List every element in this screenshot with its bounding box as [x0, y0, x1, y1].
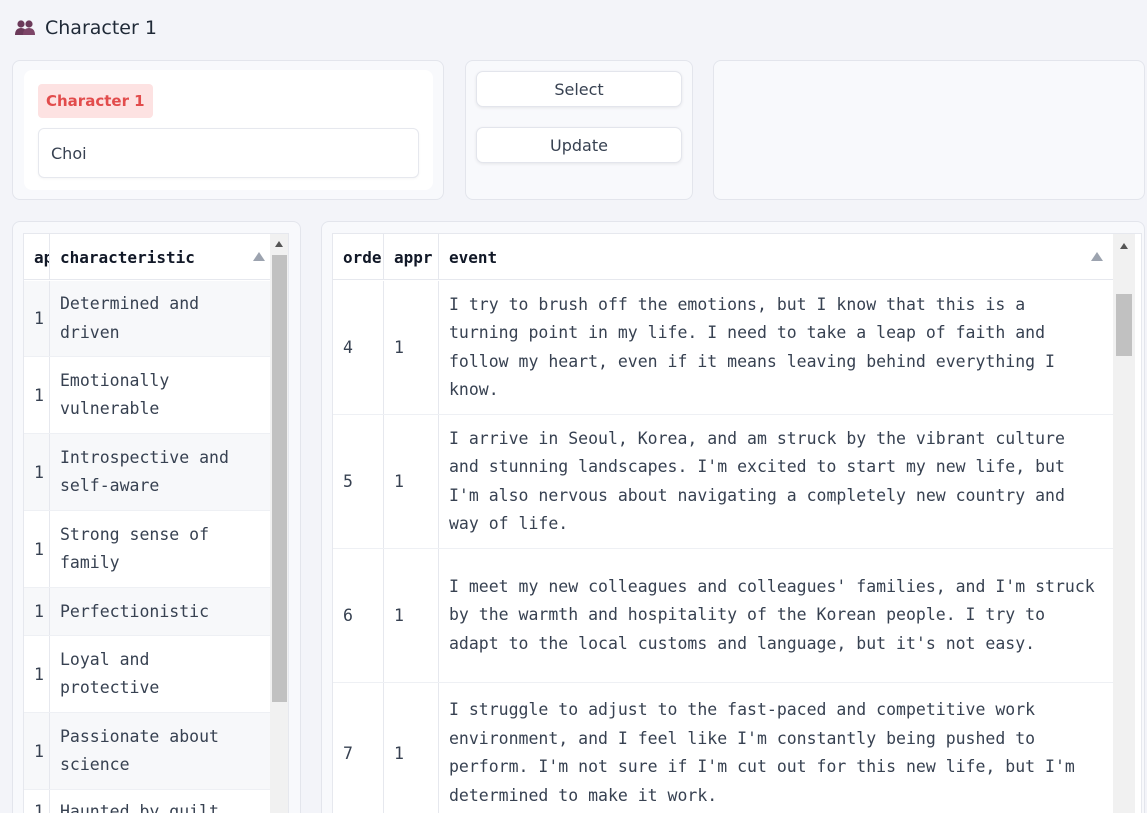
column-header-order[interactable]: orde	[333, 234, 384, 280]
cell-ap: 1	[24, 357, 50, 433]
cell-appr: 1	[384, 683, 439, 813]
cell-ap: 1	[24, 790, 50, 813]
table-row[interactable]: 6 1 I meet my new colleagues and colleag…	[333, 549, 1113, 683]
characteristics-scrollbar[interactable]	[270, 234, 288, 813]
table-row[interactable]: 5 1 I arrive in Seoul, Korea, and am str…	[333, 415, 1113, 549]
cell-characteristic: Perfectionistic	[60, 602, 210, 621]
cell-ap: 1	[24, 434, 50, 510]
empty-panel	[713, 60, 1145, 200]
column-header-characteristic[interactable]: characteristic	[50, 234, 270, 280]
table-row[interactable]: 1 Passionate about science	[24, 713, 270, 790]
cell-order: 4	[333, 281, 384, 414]
cell-ap: 1	[24, 588, 50, 635]
cell-ap: 1	[24, 713, 50, 789]
table-header: orde appr event	[333, 234, 1113, 280]
events-scrollbar[interactable]	[1113, 234, 1135, 813]
cell-characteristic: Strong sense of family	[60, 524, 210, 573]
table-row[interactable]: 1 Haunted by guilt	[24, 790, 270, 813]
cell-event: I arrive in Seoul, Korea, and am struck …	[449, 428, 1065, 534]
cell-characteristic: Emotionally vulnerable	[60, 370, 170, 419]
table-row[interactable]: 1 Determined and driven	[24, 281, 270, 357]
cell-characteristic: Passionate about science	[60, 726, 219, 775]
character-name-input[interactable]	[38, 128, 419, 178]
characteristics-table: ap characteristic 1 Determined and drive…	[23, 233, 289, 813]
character-label: Character 1	[38, 84, 153, 118]
cell-order: 6	[333, 549, 384, 682]
cell-order: 7	[333, 683, 384, 813]
sort-up-icon[interactable]	[1091, 252, 1103, 261]
cell-order: 5	[333, 415, 384, 548]
sort-up-icon[interactable]	[253, 252, 265, 261]
cell-event: I meet my new colleagues and colleagues'…	[449, 576, 1095, 653]
table-row[interactable]: 1 Perfectionistic	[24, 588, 270, 636]
cell-appr: 1	[384, 549, 439, 682]
cell-appr: 1	[384, 415, 439, 548]
cell-ap: 1	[24, 636, 50, 712]
column-header-ap[interactable]: ap	[24, 234, 50, 280]
table-row[interactable]: 1 Emotionally vulnerable	[24, 357, 270, 434]
people-icon	[14, 19, 36, 37]
cell-ap: 1	[24, 281, 50, 356]
scroll-up-icon[interactable]	[1120, 243, 1128, 249]
table-row[interactable]: 1 Introspective and self-aware	[24, 434, 270, 511]
table-row[interactable]: 1 Strong sense of family	[24, 511, 270, 588]
column-header-appr[interactable]: appr	[384, 234, 439, 280]
cell-characteristic: Determined and driven	[60, 294, 200, 342]
cell-characteristic: Loyal and protective	[60, 649, 160, 698]
page-header: Character 1	[14, 14, 157, 42]
column-header-event[interactable]: event	[439, 234, 1113, 280]
cell-event: I try to brush off the emotions, but I k…	[449, 294, 1055, 400]
update-button[interactable]: Update	[476, 127, 682, 163]
table-row[interactable]: 1 Loyal and protective	[24, 636, 270, 713]
cell-characteristic: Haunted by guilt	[60, 802, 219, 813]
table-header: ap characteristic	[24, 234, 270, 280]
cell-ap: 1	[24, 511, 50, 587]
scroll-thumb[interactable]	[1116, 294, 1132, 356]
scroll-up-icon[interactable]	[275, 241, 283, 247]
select-button[interactable]: Select	[476, 71, 682, 107]
cell-appr: 1	[384, 281, 439, 414]
scroll-thumb[interactable]	[272, 255, 287, 702]
events-table: orde appr event 4 1 I try to brush off t…	[332, 233, 1142, 813]
page-title: Character 1	[45, 17, 157, 39]
cell-characteristic: Introspective and self-aware	[60, 447, 229, 496]
table-row[interactable]: 4 1 I try to brush off the emotions, but…	[333, 281, 1113, 415]
table-row[interactable]: 7 1 I struggle to adjust to the fast-pac…	[333, 683, 1113, 813]
cell-event: I struggle to adjust to the fast-paced a…	[449, 700, 1075, 805]
